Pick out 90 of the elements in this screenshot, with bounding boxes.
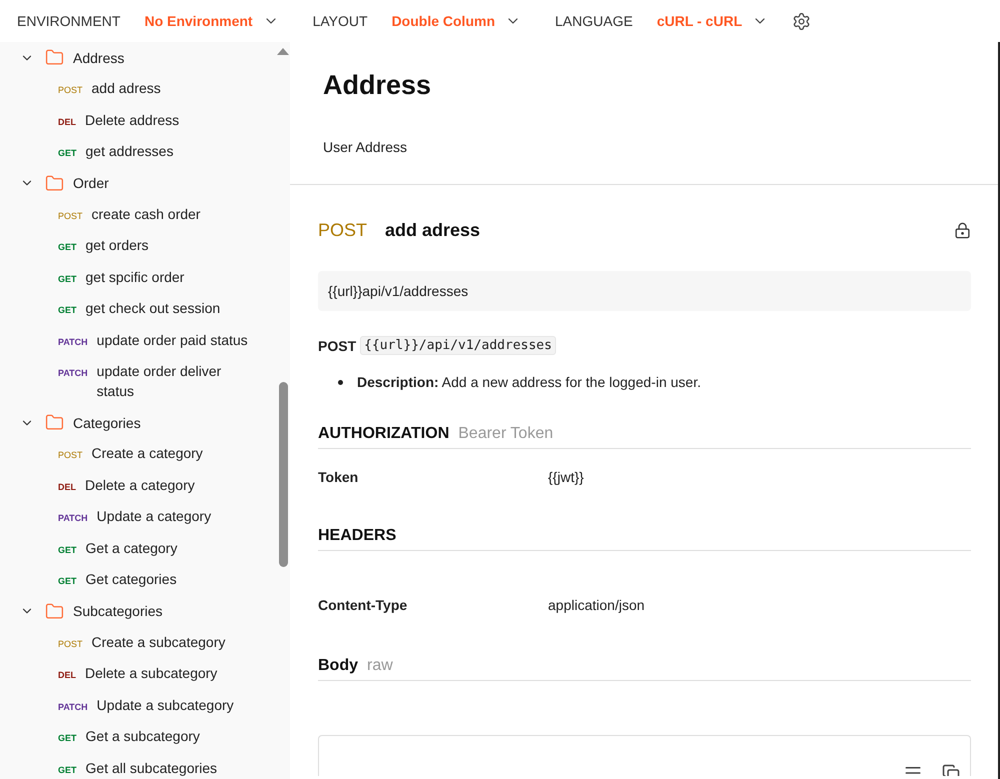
request-item[interactable]: GET get addresses <box>0 136 276 168</box>
request-name: Delete a subcategory <box>85 664 218 683</box>
scrollbar-thumb[interactable] <box>279 382 288 567</box>
toolbar-label: LANGUAGE <box>555 13 633 29</box>
method-label: PATCH <box>58 338 88 346</box>
request-name: get spcific order <box>86 268 184 287</box>
method-label: DEL <box>58 118 76 126</box>
request-item[interactable]: GET Get categories <box>0 564 276 596</box>
param-value: {{jwt}} <box>548 469 584 485</box>
request-name: Get a category <box>86 538 178 558</box>
collection-title: Address <box>323 70 432 101</box>
toolbar-label: LAYOUT <box>312 13 368 29</box>
request-name: create cash order <box>92 204 200 224</box>
request-name: Delete a category <box>85 476 195 495</box>
folder-icon <box>45 174 64 192</box>
param-value: application/json <box>548 597 645 613</box>
request-method: POST <box>318 220 368 241</box>
request-item[interactable]: POST Create a category <box>0 438 276 470</box>
param-key: Token <box>318 469 548 485</box>
request-item[interactable]: PATCH update order deliver status <box>0 356 276 407</box>
method-label: DEL <box>58 671 76 680</box>
method-label: GET <box>58 577 77 586</box>
request-name: update order deliver status <box>96 362 222 400</box>
method-label: GET <box>58 243 77 252</box>
request-name: get addresses <box>86 142 174 161</box>
method-label: GET <box>58 546 77 554</box>
method-label: GET <box>58 766 77 774</box>
request-item[interactable]: GET Get all subcategories <box>0 752 276 779</box>
request-item[interactable]: DEL Delete a subcategory <box>0 658 276 690</box>
bullet-icon <box>338 380 343 384</box>
request-item[interactable]: DEL Delete a category <box>0 470 276 501</box>
toolbar-label: ENVIRONMENT <box>17 13 120 29</box>
request-name: Get a subcategory <box>86 727 200 746</box>
method-label: PATCH <box>58 702 88 712</box>
request-item[interactable]: PATCH Update a subcategory <box>0 690 276 721</box>
request-name: add adress <box>92 79 161 98</box>
request-item[interactable]: GET Get a category <box>0 532 276 564</box>
folder-icon <box>45 602 64 620</box>
request-item[interactable]: PATCH update order paid status <box>0 324 276 356</box>
method-label: GET <box>58 306 77 315</box>
url-field: {{url}}api/v1/addresses <box>318 271 971 311</box>
description-text: Description: Add a new address for the logged-in user. <box>357 373 701 391</box>
folder-item[interactable]: Address <box>0 42 276 73</box>
request-item[interactable]: GET get orders <box>0 230 276 262</box>
request-name: Get categories <box>86 570 177 589</box>
request-item[interactable]: DEL Delete address <box>0 104 276 136</box>
request-name: Create a category <box>92 444 203 463</box>
method-label: POST <box>58 86 83 95</box>
section-heading: AUTHORIZATION <box>318 425 450 443</box>
request-name: Delete address <box>85 110 180 130</box>
request-item[interactable]: GET get check out session <box>0 293 276 324</box>
method-label: PATCH <box>58 369 88 378</box>
section-heading: Body <box>318 657 358 675</box>
request-item[interactable]: GET get spcific order <box>0 262 276 293</box>
request-item[interactable]: PATCH Update a category <box>0 501 276 532</box>
folder-item[interactable]: Order <box>0 168 276 198</box>
request-name: Create a subcategory <box>92 632 226 652</box>
method-label: POST <box>58 212 83 220</box>
section-heading: HEADERS <box>318 527 396 545</box>
request-name: Get all subcategories <box>86 758 218 778</box>
method-label: GET <box>58 734 77 743</box>
method-label: GET <box>58 274 77 284</box>
method-label: PATCH <box>58 514 88 523</box>
method-label: DEL <box>58 482 76 492</box>
request-name: get check out session <box>86 299 220 318</box>
collection-description: User Address <box>323 139 408 155</box>
request-name: Update a category <box>96 507 212 526</box>
folder-icon <box>45 413 64 432</box>
request-title: add adress <box>385 220 482 241</box>
folder-item[interactable]: Subcategories <box>0 596 276 626</box>
body-mode: raw <box>367 657 393 675</box>
method-label: GET <box>58 149 77 158</box>
method-text: POST <box>318 338 356 354</box>
request-item[interactable]: POST create cash order <box>0 198 276 230</box>
request-item[interactable]: POST add adress <box>0 73 276 104</box>
request-name: update order paid status <box>96 330 248 350</box>
auth-type: Bearer Token <box>458 425 554 443</box>
request-item[interactable]: GET Get a subcategory <box>0 721 276 752</box>
folder-item[interactable]: Categories <box>0 407 276 438</box>
method-label: POST <box>58 451 83 460</box>
endpoint-code: {{url}}/api/v1/addresses <box>360 336 556 355</box>
request-item[interactable]: POST Create a subcategory <box>0 626 276 658</box>
lock-icon <box>954 222 971 239</box>
folder-icon <box>45 48 64 67</box>
param-key: Content-Type <box>318 597 548 613</box>
method-label: POST <box>58 640 83 648</box>
settings-icon[interactable] <box>792 12 812 30</box>
request-name: get orders <box>86 236 149 255</box>
scroll-up-icon[interactable] <box>277 48 289 55</box>
request-name: Update a subcategory <box>96 696 234 715</box>
